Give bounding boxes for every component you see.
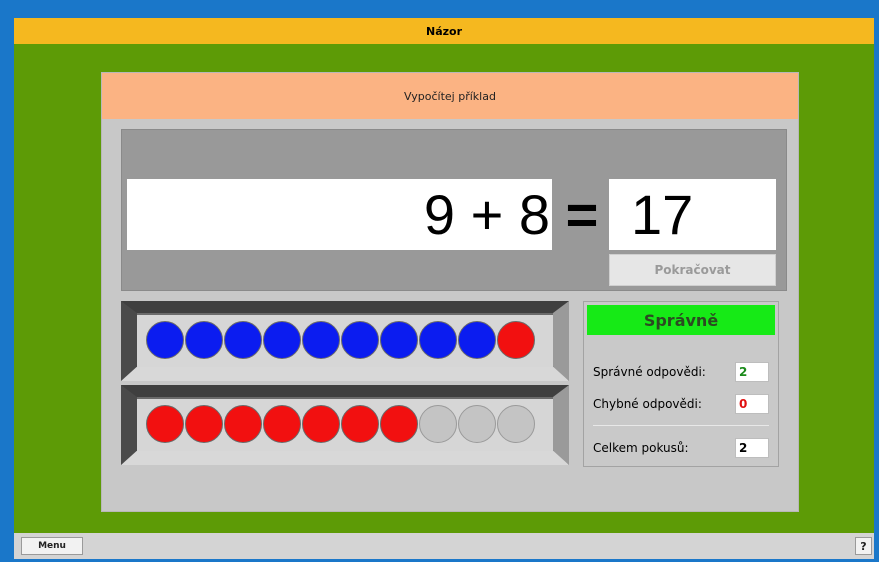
total-attempts-label: Celkem pokusů: xyxy=(593,441,689,455)
bottom-toolbar: Menu ? xyxy=(14,533,874,559)
app-window: Názor Vypočítej příklad 9 + 8 = 17 Pokra… xyxy=(0,0,879,562)
bead-row-top xyxy=(146,321,535,359)
bead-red[interactable] xyxy=(263,405,301,443)
bead-gray[interactable] xyxy=(497,405,535,443)
total-attempts-row: Celkem pokusů: 2 xyxy=(593,438,769,458)
abacus-row-top xyxy=(121,301,569,381)
bead-blue[interactable] xyxy=(419,321,457,359)
exercise-panel: Vypočítej příklad 9 + 8 = 17 Pokračovat xyxy=(101,72,799,512)
exercise-header: Vypočítej příklad xyxy=(102,73,798,119)
bead-blue[interactable] xyxy=(380,321,418,359)
answer-input[interactable]: 17 xyxy=(609,179,776,250)
status-text: Správně xyxy=(643,310,719,330)
bead-gray[interactable] xyxy=(419,405,457,443)
bead-blue[interactable] xyxy=(263,321,301,359)
bead-blue[interactable] xyxy=(302,321,340,359)
abacus-row-bottom xyxy=(121,385,569,465)
bead-red[interactable] xyxy=(302,405,340,443)
bead-blue[interactable] xyxy=(146,321,184,359)
bead-red[interactable] xyxy=(497,321,535,359)
abacus-track-bottom xyxy=(137,399,553,451)
correct-answers-label: Správné odpovědi: xyxy=(593,365,706,379)
wrong-answers-row: Chybné odpovědi: 0 xyxy=(593,394,769,414)
answer-value: 17 xyxy=(631,183,694,246)
correct-answers-row: Správné odpovědi: 2 xyxy=(593,362,769,382)
wrong-answers-label: Chybné odpovědi: xyxy=(593,397,702,411)
bead-red[interactable] xyxy=(146,405,184,443)
stats-divider xyxy=(593,425,769,426)
instruction-text: Vypočítej příklad xyxy=(404,89,496,103)
bead-red[interactable] xyxy=(341,405,379,443)
abacus-track-top xyxy=(137,315,553,367)
window-title: Názor xyxy=(425,24,462,38)
bead-blue[interactable] xyxy=(341,321,379,359)
window-title-bar: Názor xyxy=(14,18,874,44)
bead-red[interactable] xyxy=(185,405,223,443)
bead-red[interactable] xyxy=(380,405,418,443)
bead-gray[interactable] xyxy=(458,405,496,443)
expression-display: 9 + 8 xyxy=(127,179,552,250)
expression-panel: 9 + 8 = 17 Pokračovat xyxy=(121,129,787,291)
wrong-answers-value: 0 xyxy=(735,394,769,414)
result-panel: Správně Správné odpovědi: 2 Chybné odpov… xyxy=(583,301,779,467)
equals-sign: = xyxy=(565,183,599,246)
bead-row-bottom xyxy=(146,405,535,443)
bead-blue[interactable] xyxy=(224,321,262,359)
status-banner: Správně xyxy=(587,305,775,335)
help-button[interactable]: ? xyxy=(855,537,872,555)
bead-red[interactable] xyxy=(224,405,262,443)
correct-answers-value: 2 xyxy=(735,362,769,382)
abacus xyxy=(121,301,569,467)
continue-button[interactable]: Pokračovat xyxy=(609,254,776,286)
expression-text: 9 + 8 xyxy=(423,183,550,246)
menu-button[interactable]: Menu xyxy=(21,537,83,555)
total-attempts-value: 2 xyxy=(735,438,769,458)
bead-blue[interactable] xyxy=(458,321,496,359)
bead-blue[interactable] xyxy=(185,321,223,359)
